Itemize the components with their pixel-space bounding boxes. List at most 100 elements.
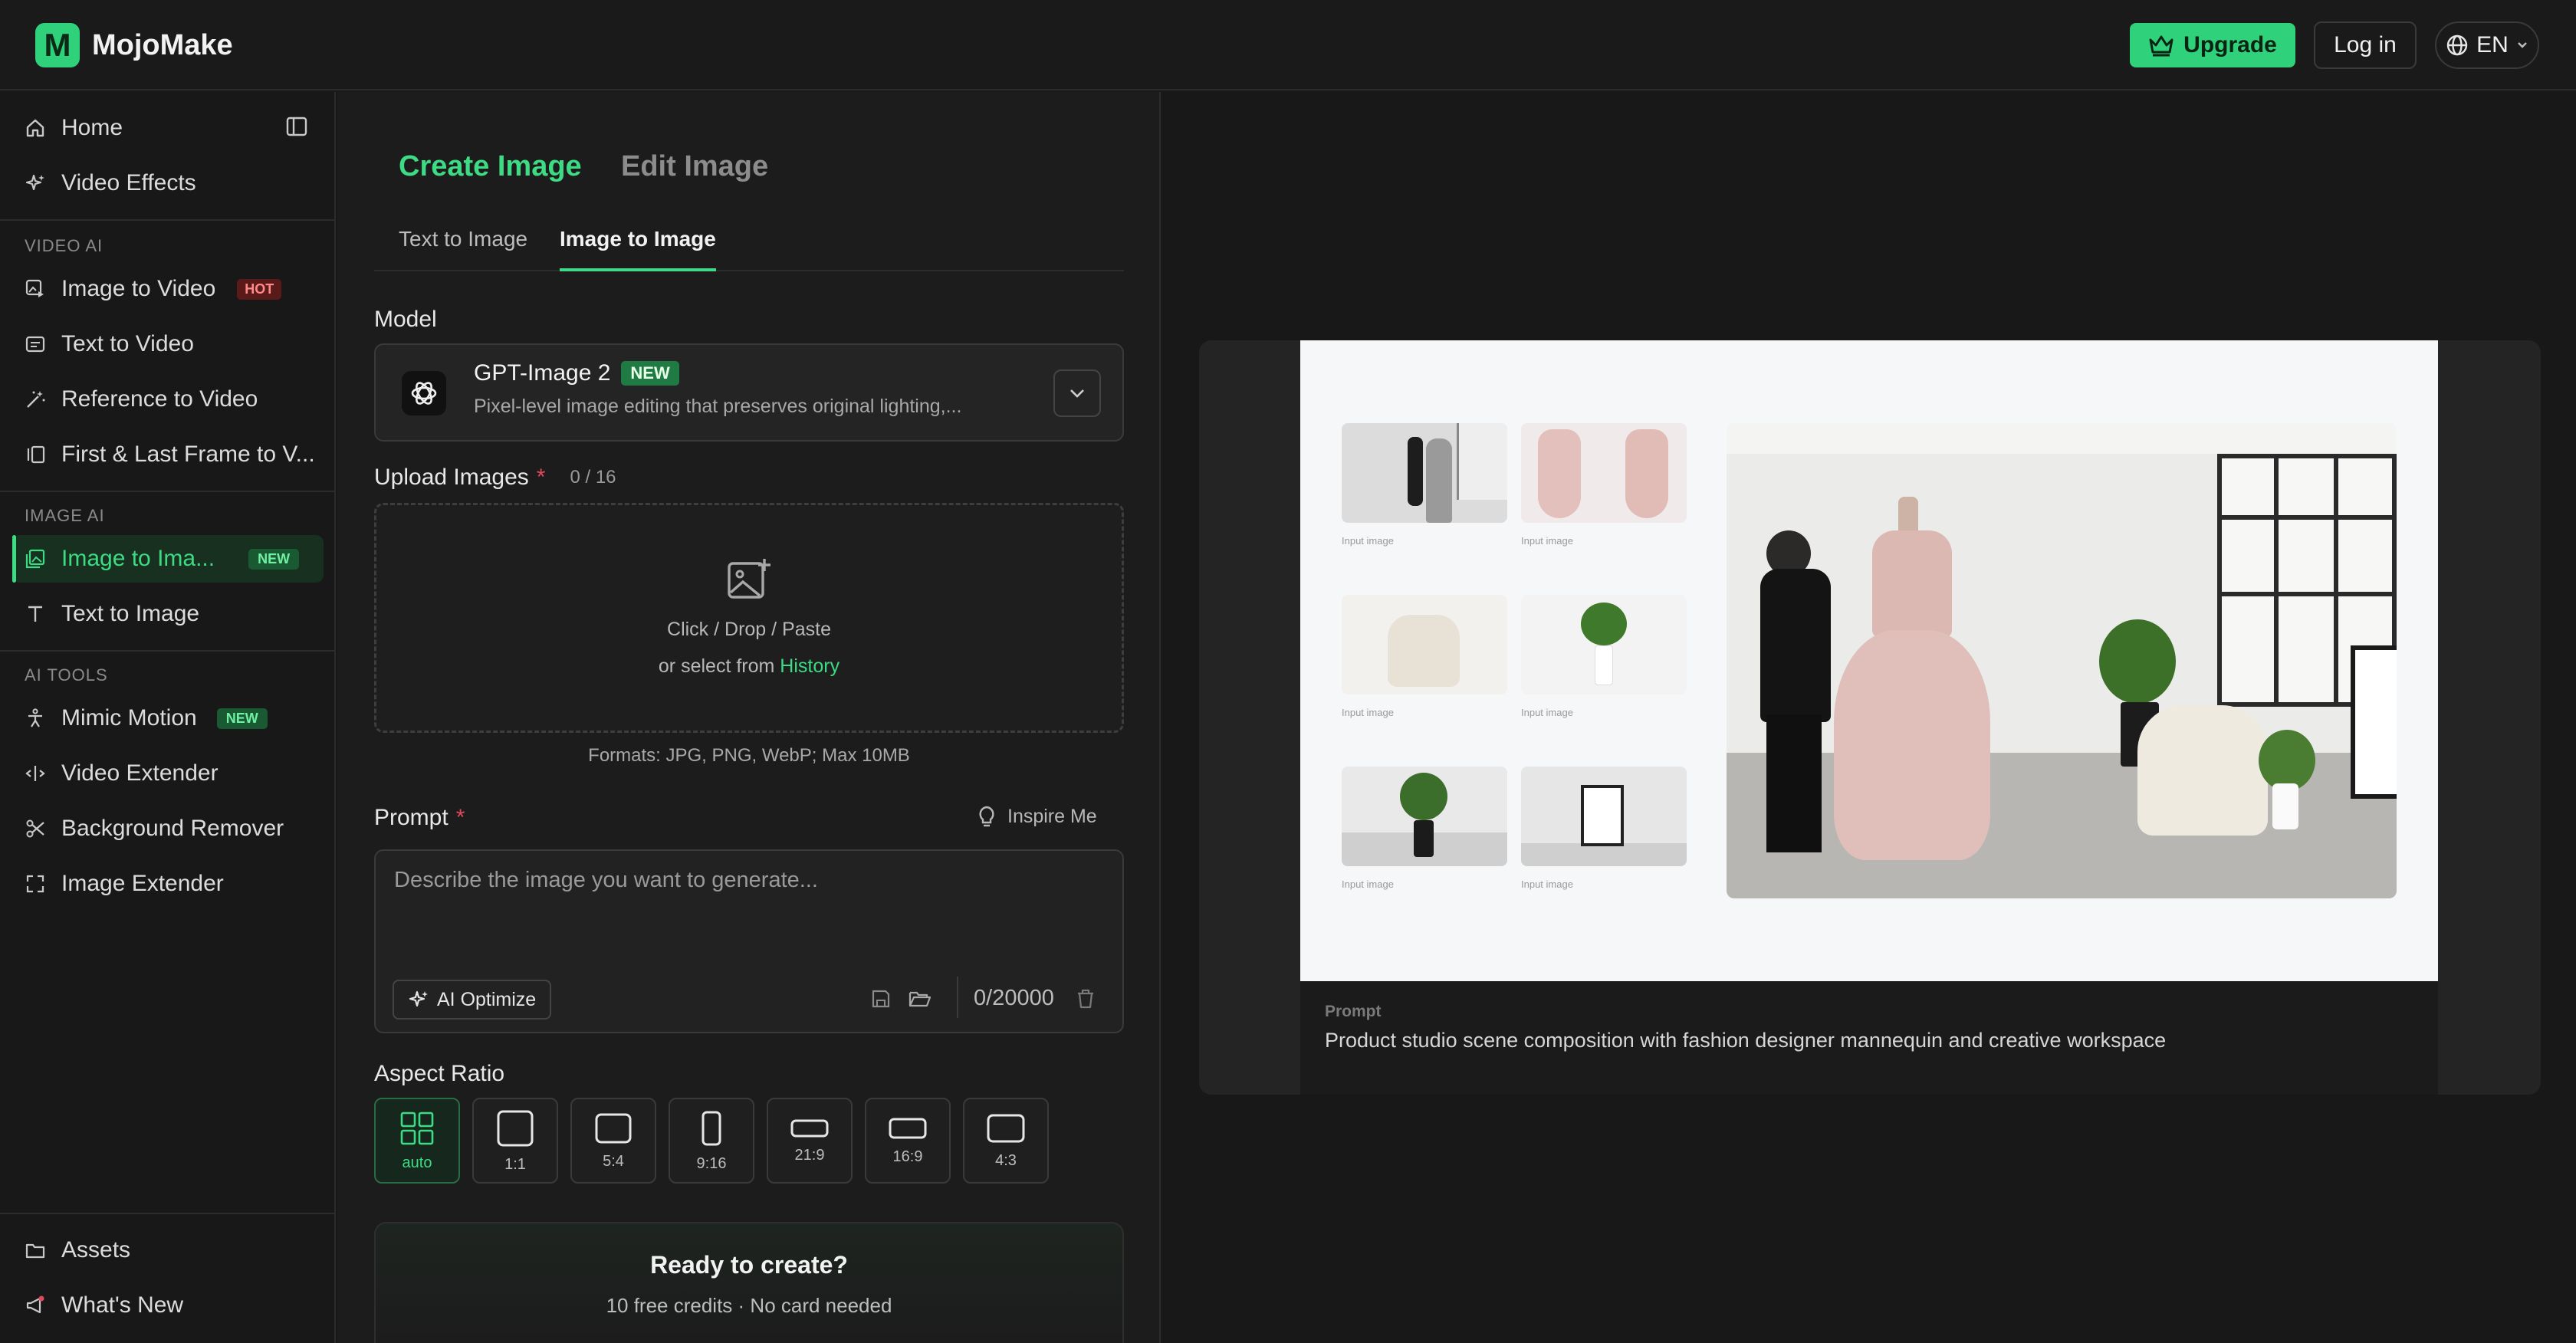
sparkles-icon — [409, 990, 428, 1007]
char-count: 0/20000 — [974, 986, 1054, 1010]
sidebar-item-label: Background Remover — [61, 816, 284, 841]
collapse-sidebar-icon[interactable] — [285, 115, 308, 142]
scissors-icon — [23, 816, 48, 841]
text-icon — [23, 602, 48, 626]
sidebar-item-image-to-image[interactable]: Image to Ima... NEW — [12, 535, 324, 583]
text-video-icon — [23, 332, 48, 356]
aspect-label: 5:4 — [603, 1152, 624, 1170]
login-button[interactable]: Log in — [2314, 21, 2417, 69]
caption-title: Prompt — [1325, 1003, 1382, 1020]
input-thumbnail — [1342, 595, 1507, 694]
extend-arrows-icon — [23, 761, 48, 786]
sidebar-item-label: Image Extender — [61, 871, 224, 896]
prompt-input[interactable]: Describe the image you want to generate.… — [374, 849, 1124, 1033]
sidebar-item-label: Video Effects — [61, 170, 196, 195]
history-link[interactable]: History — [780, 655, 840, 677]
aspect-21-9[interactable]: 21:9 — [767, 1098, 853, 1184]
sidebar-item-label: Reference to Video — [61, 386, 258, 412]
sidebar-item-video-extender[interactable]: Video Extender — [12, 750, 324, 797]
upload-history-line: or select from History — [376, 655, 1122, 678]
prompt-label-text: Prompt — [374, 805, 449, 830]
inspire-me-label: Inspire Me — [1007, 805, 1097, 827]
inspire-me-button[interactable]: Inspire Me — [977, 805, 1097, 828]
aspect-label: 9:16 — [696, 1154, 727, 1172]
square-shape-icon — [497, 1110, 534, 1146]
ai-optimize-button[interactable]: AI Optimize — [393, 980, 552, 1020]
sidebar-item-whats-new[interactable]: What's New — [12, 1282, 324, 1329]
cta-subtitle: 10 free credits · No card needed — [606, 1294, 892, 1317]
sidebar-item-reference-to-video[interactable]: Reference to Video — [12, 376, 324, 423]
new-badge: NEW — [248, 548, 300, 570]
sidebar-item-assets[interactable]: Assets — [12, 1226, 324, 1274]
ai-optimize-label: AI Optimize — [437, 988, 537, 1010]
openai-icon — [402, 371, 446, 415]
input-thumbnail — [1521, 595, 1687, 694]
model-description: Pixel-level image editing that preserves… — [474, 396, 962, 417]
upload-dropzone[interactable]: Click / Drop / Paste or select from Hist… — [374, 503, 1124, 733]
language-selector[interactable]: EN — [2435, 21, 2539, 69]
sidebar-item-image-to-video[interactable]: Image to Video HOT — [12, 265, 324, 313]
subtab-text-to-image[interactable]: Text to Image — [399, 227, 527, 251]
new-badge: NEW — [621, 361, 679, 386]
sidebar-item-mimic-motion[interactable]: Mimic Motion NEW — [12, 694, 324, 742]
subtab-active-underline — [560, 268, 716, 271]
sidebar-divider — [0, 1213, 336, 1214]
upload-label: Upload Images * 0 / 16 — [374, 465, 616, 491]
home-icon — [23, 116, 48, 140]
sidebar-item-label: Image to Ima... — [61, 546, 215, 571]
upload-hint: Click / Drop / Paste — [667, 619, 831, 640]
sidebar-item-label: First & Last Frame to V... — [61, 442, 315, 467]
sidebar-item-text-to-image[interactable]: Text to Image — [12, 590, 324, 638]
upgrade-label: Upgrade — [2183, 32, 2277, 57]
aspect-1-1[interactable]: 1:1 — [472, 1098, 558, 1184]
input-thumbnail — [1521, 767, 1687, 866]
logo-icon[interactable]: M — [35, 23, 80, 67]
upgrade-button[interactable]: Upgrade — [2130, 23, 2295, 67]
aspect-5-4[interactable]: 5:4 — [570, 1098, 656, 1184]
caption-text: Product studio scene composition with fa… — [1325, 1029, 2167, 1052]
aspect-label: 16:9 — [892, 1148, 923, 1165]
required-marker: * — [536, 465, 546, 490]
sidebar-item-first-last-frame[interactable]: First & Last Frame to V... — [12, 431, 324, 478]
model-name: GPT-Image 2 — [474, 360, 611, 386]
sidebar-item-image-extender[interactable]: Image Extender — [12, 860, 324, 908]
input-thumbnail — [1342, 423, 1507, 523]
magic-wand-icon — [23, 387, 48, 412]
aspect-auto[interactable]: auto — [374, 1098, 460, 1184]
subtab-image-to-image[interactable]: Image to Image — [560, 227, 716, 251]
aspect-16-9[interactable]: 16:9 — [865, 1098, 951, 1184]
thumbnail-caption: Input image — [1521, 878, 1573, 890]
sidebar-divider — [0, 491, 336, 492]
trash-icon[interactable] — [1075, 987, 1096, 1014]
chevron-down-icon[interactable] — [1053, 369, 1101, 417]
sidebar-item-background-remover[interactable]: Background Remover — [12, 805, 324, 852]
app-title[interactable]: MojoMake — [92, 26, 233, 64]
section-image-ai: IMAGE AI — [25, 506, 105, 525]
save-icon[interactable] — [869, 987, 892, 1014]
landscape-shape-icon — [889, 1118, 927, 1138]
prompt-placeholder: Describe the image you want to generate.… — [394, 868, 818, 892]
model-label: Model — [374, 307, 437, 332]
sidebar-divider — [0, 219, 336, 221]
aspect-label: 21:9 — [794, 1146, 825, 1164]
example-image: Input image Input image Input image Inpu… — [1300, 340, 2438, 981]
sidebar-item-home[interactable]: Home — [12, 104, 324, 152]
upload-count: 0 / 16 — [570, 467, 616, 488]
aspect-9-16[interactable]: 9:16 — [669, 1098, 754, 1184]
megaphone-icon — [23, 1293, 48, 1318]
tab-edit-image[interactable]: Edit Image — [621, 150, 768, 183]
thumbnail-caption: Input image — [1342, 707, 1394, 718]
crown-icon — [2149, 35, 2174, 57]
sidebar-item-video-effects[interactable]: Video Effects — [12, 159, 324, 207]
prompt-label: Prompt * — [374, 805, 465, 831]
thumbnail-caption: Input image — [1521, 707, 1573, 718]
image-video-icon — [23, 277, 48, 301]
section-video-ai: VIDEO AI — [25, 236, 104, 255]
preview-caption: Prompt Product studio scene composition … — [1300, 981, 2438, 1095]
folder-open-icon[interactable] — [908, 987, 932, 1014]
model-selector[interactable]: GPT-Image 2 NEW Pixel-level image editin… — [374, 343, 1124, 442]
input-thumbnail — [1521, 423, 1687, 523]
aspect-4-3[interactable]: 4:3 — [963, 1098, 1049, 1184]
tab-create-image[interactable]: Create Image — [399, 150, 582, 183]
sidebar-item-text-to-video[interactable]: Text to Video — [12, 320, 324, 368]
